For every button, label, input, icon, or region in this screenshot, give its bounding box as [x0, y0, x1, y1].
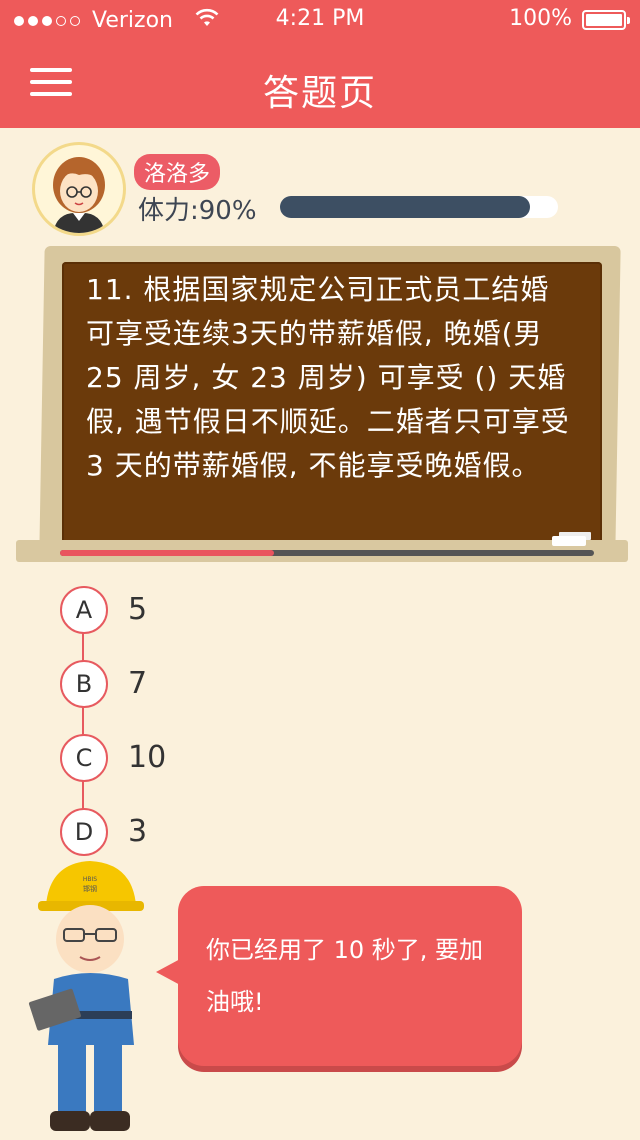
option-value: 5 — [128, 592, 148, 627]
question-text: 11. 根据国家规定公司正式员工结婚可享受连续3天的带薪婚假, 晚婚(男 25 … — [86, 273, 570, 482]
question-progress-bar — [60, 550, 594, 556]
option-letter: A — [60, 586, 108, 634]
battery-percent: 100% — [509, 6, 572, 31]
option-letter: B — [60, 660, 108, 708]
speech-bubble: 你已经用了 10 秒了, 要加油哦! — [156, 886, 522, 1066]
page-title: 答题页 — [262, 73, 377, 114]
encouragement-message: 你已经用了 10 秒了, 要加油哦! — [206, 936, 484, 1016]
battery-icon — [582, 10, 630, 30]
option-a[interactable]: A 5 — [60, 586, 460, 634]
svg-text:HBIS: HBIS — [83, 876, 97, 883]
username-badge: 洛洛多 — [134, 154, 221, 190]
options-connector — [82, 610, 84, 832]
app-header: Verizon 4:21 PM 100% 答题页 — [0, 0, 640, 128]
option-d[interactable]: D 3 — [60, 808, 460, 856]
status-bar: Verizon 4:21 PM 100% — [0, 0, 640, 40]
option-letter: D — [60, 808, 108, 856]
option-value: 10 — [128, 740, 167, 775]
avatar[interactable] — [32, 142, 126, 236]
stamina-fill — [280, 196, 531, 218]
option-value: 7 — [128, 666, 148, 701]
helper-character-icon: HBIS 邯钢 — [24, 855, 174, 1136]
stamina-label: 体力:90% — [138, 196, 257, 226]
option-value: 3 — [128, 814, 148, 849]
svg-text:邯钢: 邯钢 — [83, 884, 97, 893]
chalk-icon — [552, 536, 586, 546]
option-c[interactable]: C 10 — [60, 734, 460, 782]
option-b[interactable]: B 7 — [60, 660, 460, 708]
option-letter: C — [60, 734, 108, 782]
question-progress-fill — [60, 550, 274, 556]
stamina-bar — [280, 196, 558, 218]
